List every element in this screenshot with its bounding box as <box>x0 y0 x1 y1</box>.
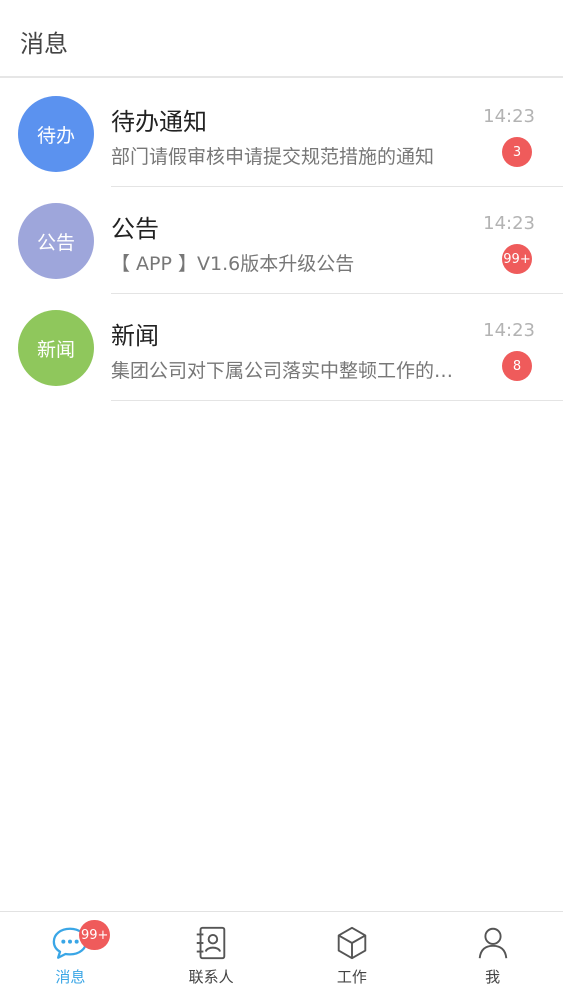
unread-badge: 8 <box>502 351 532 381</box>
message-time: 14:23 <box>483 106 535 127</box>
message-title: 新闻 <box>111 322 159 350</box>
avatar: 待办 <box>18 96 94 172</box>
person-icon <box>478 927 507 959</box>
app-header: 消息 <box>0 0 563 78</box>
message-time: 14:23 <box>483 320 535 341</box>
tab-label: 联系人 <box>188 968 234 986</box>
message-preview: 【 APP 】V1.6版本升级公告 <box>111 253 355 275</box>
page-title: 消息 <box>20 30 68 58</box>
tab-contacts[interactable]: 联系人 <box>141 912 282 1000</box>
avatar: 新闻 <box>18 310 94 386</box>
message-list: 待办 待办通知 部门请假审核申请提交规范措施的通知 14:23 3 公告 公告 … <box>0 80 563 401</box>
message-preview: 集团公司对下属公司落实中整顿工作的检查 <box>111 360 456 382</box>
message-item-todo[interactable]: 待办 待办通知 部门请假审核申请提交规范措施的通知 14:23 3 <box>0 80 563 187</box>
cube-icon <box>337 926 367 960</box>
unread-badge: 99+ <box>502 244 532 274</box>
unread-badge: 3 <box>502 137 532 167</box>
contacts-book-icon <box>196 926 226 960</box>
tab-work[interactable]: 工作 <box>282 912 423 1000</box>
bottom-tab-bar: 消息 99+ 联系人 工作 我 <box>0 911 563 1000</box>
avatar: 公告 <box>18 203 94 279</box>
message-item-news[interactable]: 新闻 新闻 集团公司对下属公司落实中整顿工作的检查 14:23 8 <box>0 294 563 401</box>
tab-unread-badge: 99+ <box>79 920 111 950</box>
tab-label: 我 <box>485 968 501 986</box>
tab-me[interactable]: 我 <box>422 912 563 1000</box>
message-item-announcement[interactable]: 公告 公告 【 APP 】V1.6版本升级公告 14:23 99+ <box>0 187 563 294</box>
divider <box>111 400 563 401</box>
message-title: 公告 <box>111 215 159 243</box>
message-time: 14:23 <box>483 213 535 234</box>
message-preview: 部门请假审核申请提交规范措施的通知 <box>111 146 435 168</box>
tab-label: 工作 <box>336 968 367 986</box>
tab-label: 消息 <box>55 968 86 986</box>
tab-messages[interactable]: 消息 99+ <box>0 912 141 1000</box>
message-title: 待办通知 <box>111 108 207 136</box>
